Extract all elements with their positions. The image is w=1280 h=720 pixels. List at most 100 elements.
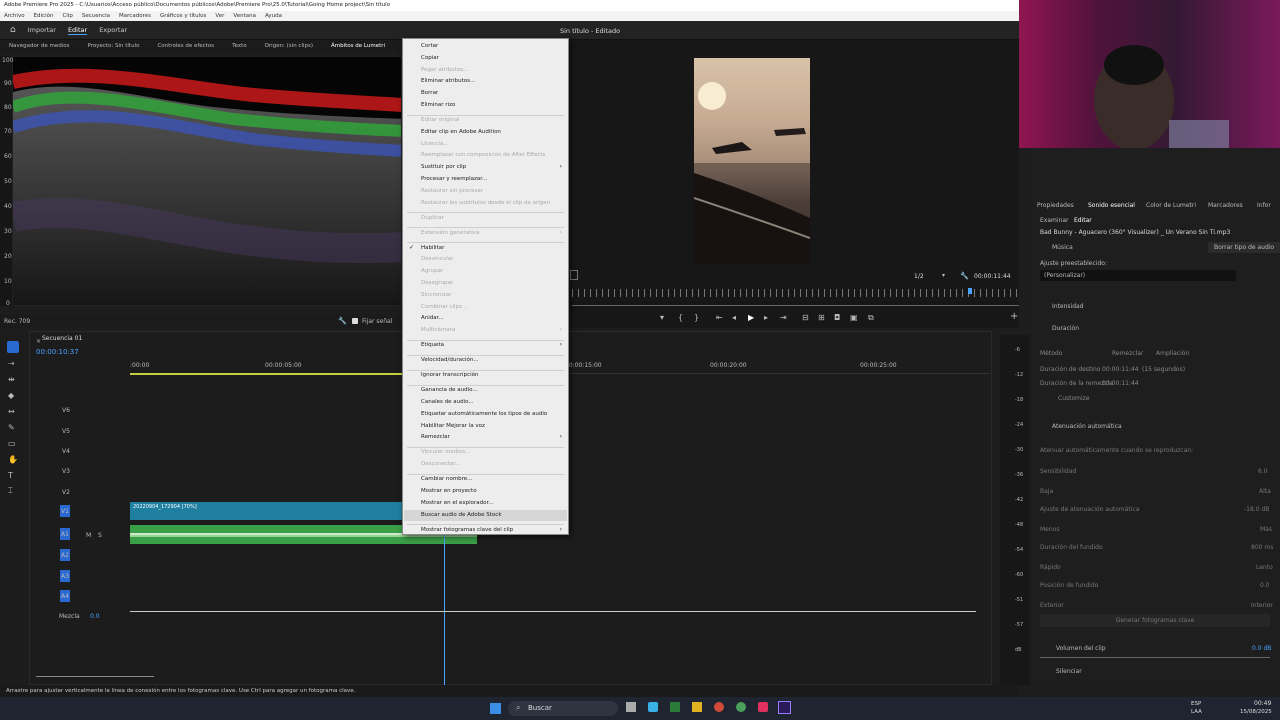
task-view-icon[interactable]	[626, 702, 636, 712]
video-clip[interactable]: 20220904_172904 [70%]	[130, 502, 402, 520]
mute-button[interactable]: M	[86, 532, 91, 539]
tab-marcadores[interactable]: Marcadores	[1208, 202, 1243, 209]
add-button-icon[interactable]: +	[1010, 311, 1018, 322]
menu-archivo[interactable]: Archivo	[4, 13, 25, 19]
subtab-examinar[interactable]: Examinar	[1040, 217, 1068, 224]
tab-source[interactable]: Origen: (sin clips)	[256, 40, 322, 54]
taskbar-search[interactable]: ⌕ Buscar	[508, 701, 618, 716]
selection-tool-icon[interactable]	[7, 341, 19, 353]
volumen-value[interactable]: 0.0 dB	[1252, 645, 1271, 652]
wrench-icon[interactable]: 🔧	[960, 272, 969, 280]
work-area-bar[interactable]	[130, 373, 430, 375]
timeline-timecode[interactable]: 00:00:10:37	[36, 348, 79, 356]
track-label-v1[interactable]: V1	[60, 505, 70, 517]
compare-icon[interactable]: ▣	[850, 313, 858, 322]
menu-marcadores[interactable]: Marcadores	[119, 13, 151, 19]
hand-icon[interactable]: ✋	[8, 455, 18, 464]
context-menu-item[interactable]: Copiar	[421, 55, 439, 61]
clock-time[interactable]: 00:49	[1254, 700, 1271, 707]
clear-type-button[interactable]: Borrar tipo de audio	[1208, 242, 1280, 253]
razor-icon[interactable]: ◆	[8, 391, 14, 400]
context-menu-item[interactable]: Buscar audio de Adobe Stock	[421, 512, 502, 518]
context-menu-item[interactable]: Editar clip en Adobe Audition	[421, 129, 501, 135]
dur-destino-value[interactable]: 00:00:11:44	[1102, 366, 1139, 373]
menu-ayuda[interactable]: Ayuda	[265, 13, 282, 19]
subtab-editar[interactable]: Editar	[1074, 217, 1092, 224]
go-to-in-icon[interactable]: ⇤	[716, 313, 723, 322]
lang-esp[interactable]: ESP	[1191, 701, 1201, 707]
nav-editar[interactable]: Editar	[67, 26, 88, 35]
mix-line[interactable]	[130, 611, 976, 612]
track-label-a1[interactable]: A1	[60, 528, 70, 540]
remezclar-radio[interactable]: Remezclar	[1112, 350, 1143, 357]
program-ruler[interactable]	[572, 289, 1020, 297]
chevron-down-icon[interactable]: ▾	[942, 272, 945, 279]
file-explorer-icon[interactable]	[692, 702, 702, 712]
solo-button[interactable]: S	[98, 532, 102, 539]
tab-project[interactable]: Proyecto: Sin título	[78, 40, 148, 54]
sequence-tab[interactable]: Secuencia 01	[42, 335, 82, 342]
clock-date[interactable]: 15/08/2025	[1240, 709, 1272, 715]
lift-icon[interactable]: ⊟	[802, 313, 809, 322]
context-menu-item[interactable]: Remezclar	[421, 434, 450, 440]
context-menu-item[interactable]: Mostrar fotogramas clave del clip	[421, 527, 513, 533]
timeline-scrollbar[interactable]	[36, 676, 154, 677]
context-menu-item[interactable]: Habilitar Mejorar la voz	[421, 423, 485, 429]
tab-effect-controls[interactable]: Controles de efectos	[148, 40, 223, 54]
context-menu-item[interactable]: Procesar y reemplazar...	[421, 176, 487, 182]
menu-clip[interactable]: Clip	[62, 13, 72, 19]
context-menu-item[interactable]: Velocidad/duración...	[421, 357, 479, 363]
context-menu-item[interactable]: Mostrar en proyecto	[421, 488, 477, 494]
context-menu-item[interactable]: Ganancia de audio...	[421, 387, 478, 393]
step-back-icon[interactable]: ◂	[732, 313, 736, 322]
app-icon[interactable]	[670, 702, 680, 712]
vr-icon[interactable]: ⧉	[868, 313, 874, 323]
tab-info[interactable]: Infor	[1257, 202, 1271, 209]
program-scrollbar[interactable]	[572, 305, 1019, 306]
extract-icon[interactable]: ⊞	[818, 313, 825, 322]
home-icon[interactable]: ⌂	[10, 25, 16, 35]
premiere-icon[interactable]	[778, 701, 791, 714]
marker-icon[interactable]: ▾	[660, 313, 664, 322]
section-atenuacion[interactable]: Atenuación automática	[1052, 423, 1122, 430]
mix-value[interactable]: 0.0	[90, 613, 100, 620]
track-label-a3[interactable]: A3	[60, 570, 70, 582]
context-menu-item[interactable]: Eliminar rizo	[421, 102, 455, 108]
track-label-a2[interactable]: A2	[60, 549, 70, 561]
menu-gráficos-y-títulos[interactable]: Gráficos y títulos	[160, 13, 206, 19]
ampliacion-radio[interactable]: Ampliación	[1156, 350, 1189, 357]
context-menu-item[interactable]: Borrar	[421, 90, 438, 96]
zoom-dropdown[interactable]	[570, 270, 578, 280]
nav-exportar[interactable]: Exportar	[99, 26, 127, 34]
tab-propiedades[interactable]: Propiedades	[1037, 202, 1074, 209]
close-icon[interactable]: ×	[36, 338, 41, 345]
tab-color-lumetri[interactable]: Color de Lumetri	[1146, 202, 1196, 209]
ripple-edit-icon[interactable]: ⇹	[8, 375, 15, 384]
type-icon[interactable]: T	[8, 471, 13, 480]
menu-ventana[interactable]: Ventana	[233, 13, 256, 19]
tab-lumetri-scopes[interactable]: Ámbitos de Lumetri	[322, 40, 394, 54]
context-menu-item[interactable]: Sustituir por clip	[421, 164, 466, 170]
mark-in-icon[interactable]: {	[678, 313, 683, 322]
preset-dropdown[interactable]: (Personalizar)	[1040, 270, 1236, 281]
xbox-icon[interactable]	[736, 702, 746, 712]
step-forward-icon[interactable]: ▸	[764, 313, 768, 322]
menu-edición[interactable]: Edición	[34, 13, 54, 19]
context-menu-item[interactable]: Mostrar en el explorador...	[421, 500, 493, 506]
tab-text[interactable]: Texto	[223, 40, 256, 54]
section-intensidad[interactable]: Intensidad	[1052, 303, 1084, 310]
track-label-a4[interactable]: A4	[60, 590, 70, 602]
context-menu-item[interactable]: Ignorar transcripción	[421, 372, 478, 378]
context-menu-item[interactable]: Canales de audio...	[421, 399, 474, 405]
pen-icon[interactable]: ✎	[8, 423, 15, 432]
export-frame-icon[interactable]: ◘	[834, 313, 840, 322]
context-menu-item[interactable]: Etiquetar automáticamente los tipos de a…	[421, 411, 547, 417]
menu-ver[interactable]: Ver	[215, 13, 224, 19]
play-icon[interactable]: ▶	[748, 313, 754, 322]
caption-icon[interactable]: ⌶	[8, 486, 13, 496]
track-select-icon[interactable]: ⇢	[8, 359, 15, 368]
copilot-icon[interactable]	[648, 702, 658, 712]
context-menu-item[interactable]: Habilitar	[421, 245, 444, 251]
slip-icon[interactable]: ↔	[8, 407, 15, 416]
wrench-icon[interactable]: 🔧	[338, 317, 347, 325]
